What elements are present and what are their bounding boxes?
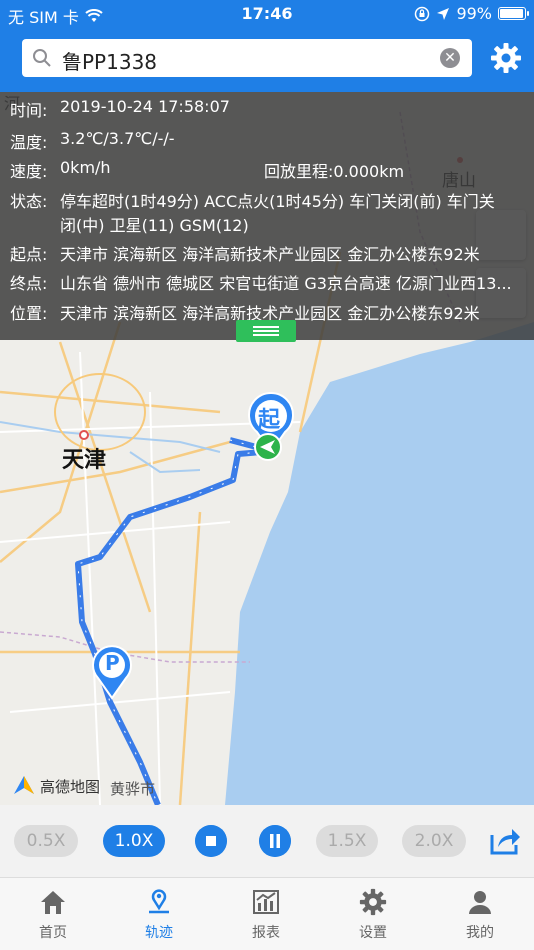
gear-icon[interactable] [490, 42, 522, 74]
search-input[interactable]: 鲁PP1338 [62, 46, 157, 75]
info-row-state: 状态: 停车超时(1时49分) ACC点火(1时45分) 车门关闭(前) 车门关 [10, 192, 495, 211]
tab-mine[interactable]: 我的 [427, 878, 533, 950]
tab-bar: 首页 轨迹 报表 设置 我的 [0, 877, 534, 950]
user-icon [469, 891, 491, 914]
map-label-huanghua: 黄骅市 [110, 780, 156, 798]
report-icon [253, 890, 279, 914]
speed-2.0x-button[interactable]: 2.0X [402, 825, 466, 857]
info-row-mileage: 回放里程:0.000km [264, 162, 405, 181]
info-row-end: 终点: 山东省 德州市 德城区 宋官屯街道 G3京台高速 亿源门业西13... [10, 274, 512, 293]
info-panel: 时间: 2019-10-24 17:58:07 温度: 3.2℃/3.7℃/-/… [0, 92, 534, 340]
location-arrow-icon [437, 7, 450, 20]
info-row-time: 时间: 2019-10-24 17:58:07 [10, 97, 230, 120]
tab-settings[interactable]: 设置 [320, 878, 426, 950]
stop-button[interactable] [195, 825, 227, 857]
share-icon[interactable] [488, 825, 522, 857]
info-row-state-2: 闭(中) 卫星(11) GSM(12) [60, 216, 249, 235]
pause-button[interactable] [259, 825, 291, 857]
track-icon [149, 889, 169, 914]
playback-controls: 0.5X 1.0X 1.5X 2.0X [0, 805, 534, 877]
battery-icon [498, 7, 529, 20]
gaode-logo-icon [14, 776, 34, 794]
search-icon [33, 49, 51, 67]
vehicle-icon[interactable] [253, 432, 283, 462]
speed-1.5x-button[interactable]: 1.5X [316, 825, 378, 857]
info-row-start: 起点: 天津市 滨海新区 海洋高新技术产业园区 金汇办公楼东92米 [10, 245, 480, 264]
header: 无 SIM 卡 17:46 99% 鲁PP1338 ✕ [0, 0, 534, 92]
settings-icon [359, 888, 387, 916]
clear-icon[interactable]: ✕ [440, 48, 460, 68]
search-bar[interactable]: 鲁PP1338 ✕ [22, 39, 472, 77]
status-bar: 无 SIM 卡 17:46 99% [0, 0, 534, 28]
info-row-position: 位置: 天津市 滨海新区 海洋高新技术产业园区 金汇办公楼东92米 [10, 304, 480, 323]
tab-track[interactable]: 轨迹 [106, 878, 212, 950]
info-row-temp: 温度: 3.2℃/3.7℃/-/- [10, 129, 175, 152]
speed-0.5x-button[interactable]: 0.5X [14, 825, 78, 857]
tab-home[interactable]: 首页 [0, 878, 106, 950]
panel-toggle-handle[interactable] [236, 320, 296, 342]
gaode-logo-text: 高德地图 [40, 778, 101, 796]
tab-report[interactable]: 报表 [213, 878, 319, 950]
start-marker-label: 起 [258, 408, 281, 433]
info-row-speed: 速度: 0km/h [10, 158, 111, 181]
rotation-lock-icon [415, 6, 430, 21]
battery-percent: 99% [456, 4, 492, 23]
parking-marker-label: P [105, 651, 120, 675]
speed-1.0x-button[interactable]: 1.0X [103, 825, 165, 857]
map-label-tianjin: 天津 [62, 448, 107, 473]
home-icon [41, 891, 65, 914]
